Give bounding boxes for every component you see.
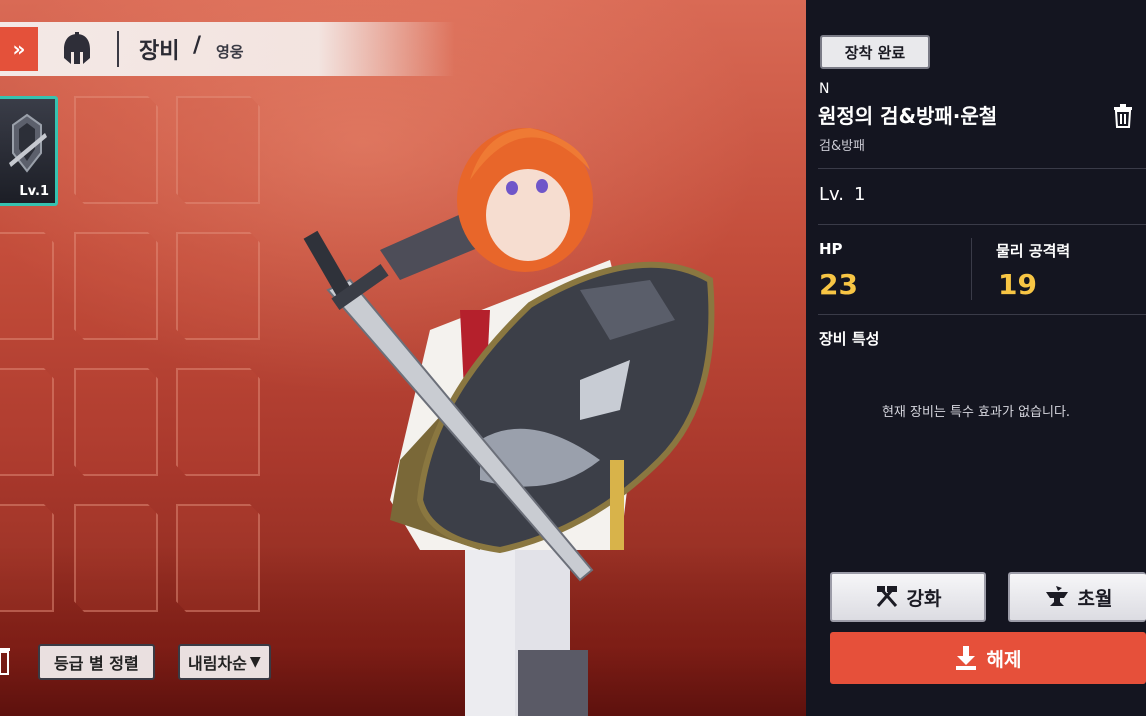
sort-order-dropdown[interactable]: 내림차순 ▼ — [178, 644, 271, 680]
armor-icon — [9, 113, 47, 173]
transcend-button[interactable]: 초월 — [1008, 572, 1146, 622]
empty-item-slot[interactable] — [0, 368, 54, 476]
stat-label-hp: HP — [819, 240, 843, 258]
empty-item-slot[interactable] — [74, 96, 158, 204]
empty-item-slot[interactable] — [176, 232, 260, 340]
trash-icon[interactable] — [1112, 104, 1134, 128]
unequip-label: 해제 — [986, 648, 1022, 671]
empty-item-slot[interactable] — [74, 368, 158, 476]
stat-divider — [971, 238, 972, 300]
panel-divider — [818, 168, 1146, 169]
transcend-label: 초월 — [1077, 587, 1113, 610]
header-divider — [117, 31, 119, 67]
enhance-label: 강화 — [906, 587, 942, 610]
download-arrow-icon — [955, 646, 976, 670]
empty-item-slot[interactable] — [74, 232, 158, 340]
stat-value-hp: 23 — [819, 268, 858, 301]
grade-sort-button[interactable]: 등급 별 정렬 — [38, 644, 155, 680]
trash-icon[interactable] — [0, 648, 10, 676]
empty-item-slot[interactable] — [74, 504, 158, 612]
hero-character-illustration — [303, 128, 715, 716]
collapse-button[interactable]: » — [0, 27, 38, 71]
page-subtitle: 영웅 — [216, 43, 244, 61]
slot-level: Lv.1 — [19, 184, 49, 199]
stat-value-physical-attack: 19 — [998, 268, 1037, 301]
equipment-header: » 장비 / 영웅 — [0, 22, 455, 76]
item-grade: N — [819, 81, 830, 97]
feature-text: 현재 장비는 특수 효과가 없습니다. — [881, 405, 1071, 420]
empty-item-slot[interactable] — [176, 504, 260, 612]
double-chevron-right-icon: » — [12, 37, 26, 61]
empty-item-slot[interactable] — [176, 96, 260, 204]
equipped-item-slot[interactable]: Lv.1 — [0, 96, 58, 206]
panel-divider — [818, 224, 1146, 225]
item-name: 원정의 검&방패·운철 — [818, 104, 998, 128]
empty-item-slot[interactable] — [0, 232, 54, 340]
page-title: 장비 — [139, 39, 180, 64]
empty-item-slot[interactable] — [0, 504, 54, 612]
item-detail-panel: 장착 완료 N 원정의 검&방패·운철 검&방패 Lv. 1 HP 23 물리 … — [806, 0, 1146, 716]
status-badge: 장착 완료 — [820, 35, 930, 69]
unequip-button[interactable]: 해제 — [830, 632, 1146, 684]
spartan-helmet-icon — [64, 32, 90, 64]
level-value: 1 — [854, 184, 866, 205]
triangle-down-icon: ▼ — [249, 654, 261, 670]
feature-title: 장비 특성 — [819, 330, 880, 348]
empty-item-slot[interactable] — [176, 368, 260, 476]
sort-order-label: 내림차순 — [188, 654, 247, 673]
grade-sort-label: 등급 별 정렬 — [54, 654, 139, 673]
panel-divider — [818, 314, 1146, 315]
title-separator: / — [193, 33, 202, 58]
character-scene: » 장비 / 영웅 Lv.1 등급 별 정렬 내림차순 ▼ — [0, 0, 806, 716]
anvil-icon — [1045, 586, 1068, 606]
level-label: Lv. — [819, 184, 845, 205]
item-type: 검&방패 — [819, 139, 866, 154]
hammer-pick-icon — [876, 586, 897, 607]
enhance-button[interactable]: 강화 — [830, 572, 986, 622]
stat-label-physical-attack: 물리 공격력 — [996, 242, 1071, 260]
